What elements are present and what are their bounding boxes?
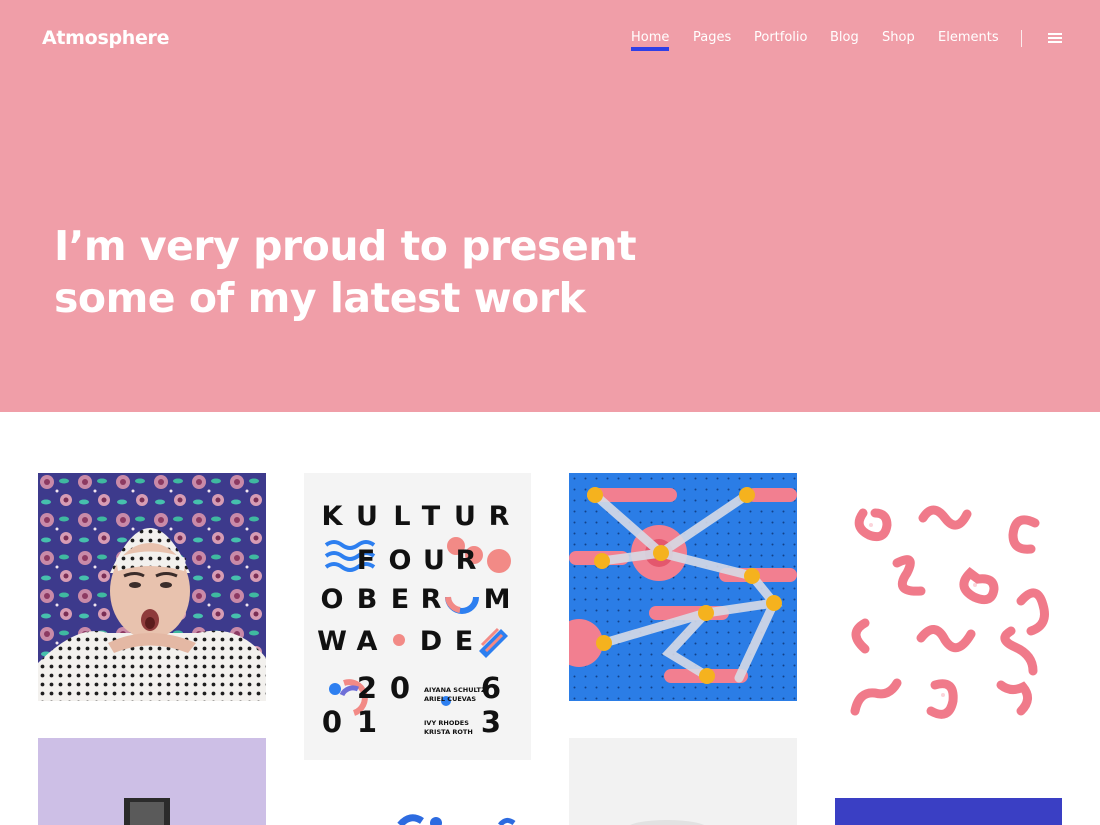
nav-item-portfolio[interactable]: Portfolio [754,30,807,45]
poster-credit: ARIEL CUEVAS [424,695,476,703]
portfolio-item-squiggles[interactable] [835,473,1062,760]
hero-title-line-2: some of my latest work [54,274,586,322]
poster-year-digit: 0 [390,671,410,705]
portfolio-item-lavender[interactable] [38,738,266,825]
poster-letter: M [484,584,511,615]
poster-letter: O [321,584,344,615]
poster-letter: U [423,545,445,576]
poster-letter: R [421,584,442,615]
portfolio-item-poster[interactable]: K U L T U R F O U R O B E R M W A D E 2 0 6 0 1 3 AIYANA SCHULTZ A… [304,473,531,760]
hero-title: I’m very proud to present some of my lat… [54,220,694,324]
portfolio-item-portrait[interactable] [38,473,266,701]
poster-year-digit: 0 [322,705,342,739]
nav-item-home[interactable]: Home [631,30,670,51]
poster-letter: U [356,501,378,532]
pegboard-image [569,473,797,701]
portrait-image [38,473,266,701]
poster-letter: O [389,545,412,576]
poster-letter: R [456,545,477,576]
nav-item-elements[interactable]: Elements [938,30,999,45]
poster-credit: AIYANA SCHULTZ [424,686,486,694]
poster-year-digit: 1 [357,705,377,739]
poster-letter: U [454,501,476,532]
poster-letter: A [357,626,378,657]
poster-letter: T [422,501,441,532]
portfolio-item-cup[interactable] [569,738,797,825]
hamburger-icon[interactable] [1048,33,1062,43]
poster-letter: W [317,626,347,657]
poster-image: K U L T U RF O U RO B E R MW A D E2 0 60 1 3AIYANA SCHULTZA… [317,501,511,739]
poster-year-digit: 3 [481,705,501,739]
hero-section: Atmosphere Home Pages Portfolio Blog Sho… [0,0,1100,412]
nav-item-blog[interactable]: Blog [830,30,859,45]
poster-letter: D [420,626,442,657]
hero-title-line-1: I’m very proud to present [54,222,637,270]
nav-item-pages[interactable]: Pages [693,30,731,45]
blue-logo-image [397,814,516,825]
squiggles-image [850,505,1049,719]
lavender-image [124,798,170,825]
cup-image [569,738,797,825]
main-nav: Home Pages Portfolio Blog Shop Elements [0,30,1100,51]
poster-credit: KRISTA ROTH [424,728,473,736]
poster-letter: L [393,501,410,532]
poster-year-digit: 2 [357,671,377,705]
portfolio-item-blue-logo[interactable] [304,790,531,825]
nav-item-shop[interactable]: Shop [882,30,915,45]
poster-letter: B [357,584,378,615]
poster-credit: IVY RHODES [424,719,469,727]
portfolio-item-pegboard[interactable] [569,473,797,701]
nav-divider [1021,30,1022,47]
portfolio-item-indigo[interactable] [835,798,1062,825]
poster-letter: K [322,501,344,532]
poster-letter: F [357,545,375,576]
poster-letter: E [391,584,409,615]
poster-letter: E [455,626,473,657]
poster-letter: R [489,501,510,532]
